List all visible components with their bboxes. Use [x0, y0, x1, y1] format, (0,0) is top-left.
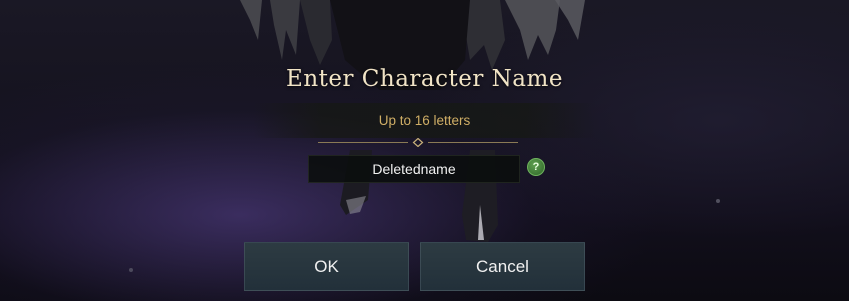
game-scene: Enter Character Name Up to 16 letters ? …	[0, 0, 849, 301]
name-length-hint: Up to 16 letters	[378, 113, 471, 128]
cancel-button[interactable]: Cancel	[420, 242, 585, 291]
question-mark-icon[interactable]: ?	[527, 158, 545, 176]
character-name-input[interactable]	[308, 155, 520, 183]
diamond-ornament-icon	[318, 138, 518, 147]
dialog-title: Enter Character Name	[286, 66, 563, 92]
ok-button[interactable]: OK	[244, 242, 409, 291]
